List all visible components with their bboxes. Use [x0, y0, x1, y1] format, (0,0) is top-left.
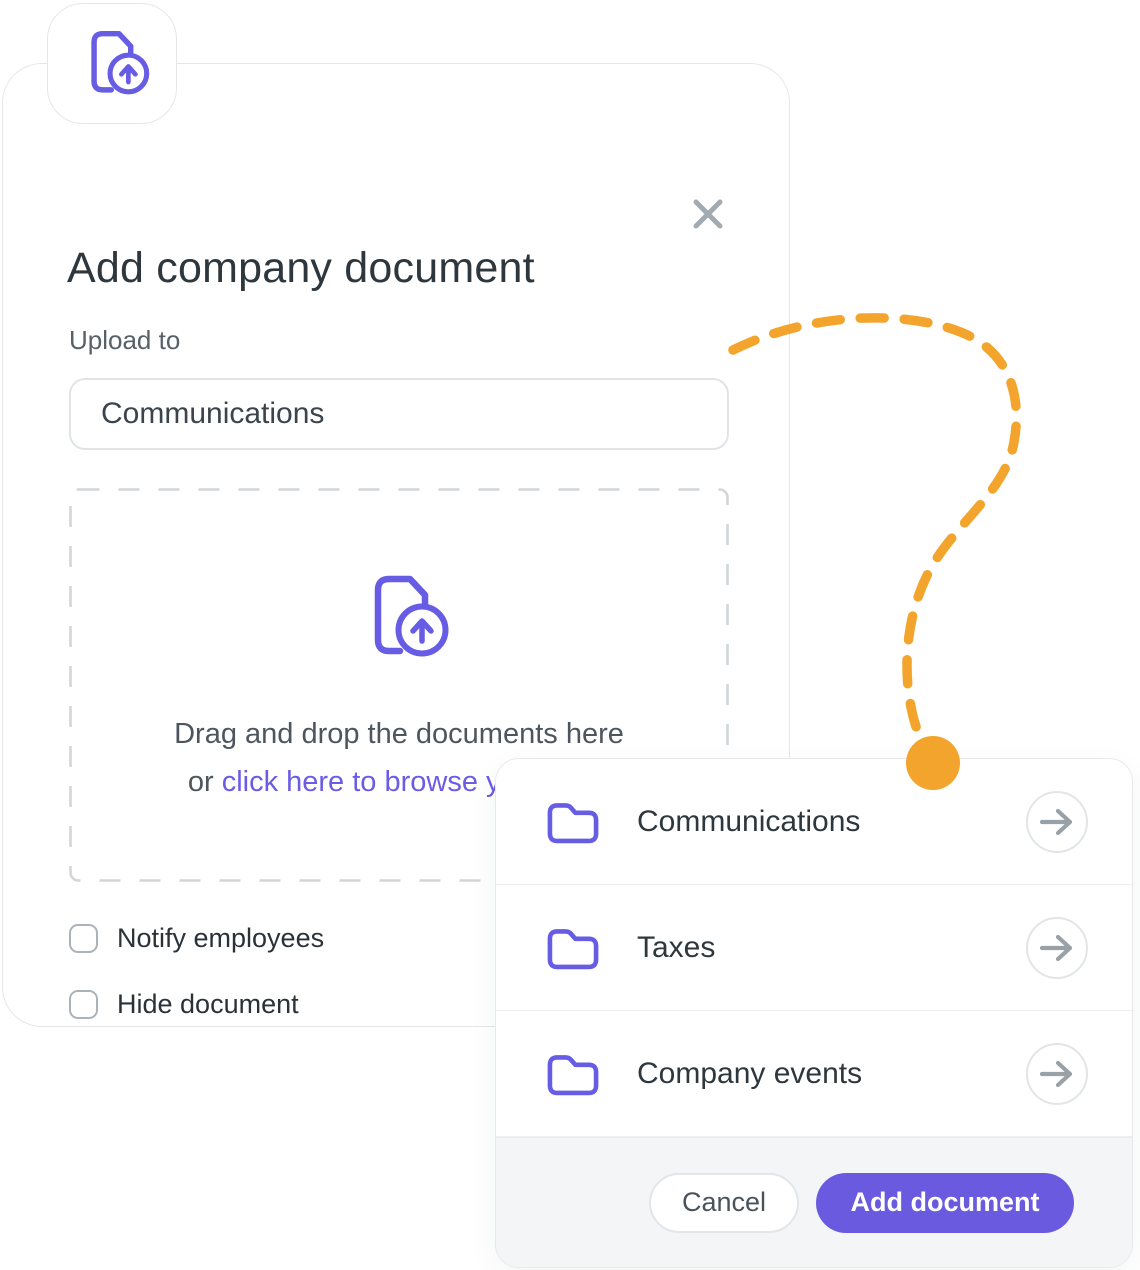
document-upload-icon: [351, 564, 451, 669]
document-upload-icon: [73, 22, 151, 105]
panel-footer: Cancel Add document: [496, 1137, 1132, 1267]
folder-row-company-events[interactable]: Company events: [496, 1011, 1132, 1137]
folder-name: Communications: [637, 804, 861, 838]
screen: Add company document Upload to Communica…: [0, 0, 1140, 1270]
notify-employees-checkbox[interactable]: [69, 924, 98, 953]
folder-select[interactable]: Communications: [69, 378, 729, 450]
modal-badge: [47, 3, 177, 124]
arrow-right-icon: [1040, 808, 1073, 835]
add-document-button[interactable]: Add document: [816, 1172, 1074, 1233]
folder-name: Taxes: [637, 930, 716, 964]
notify-employees-label: Notify employees: [117, 923, 325, 953]
close-button[interactable]: [684, 192, 732, 240]
open-folder-button[interactable]: [1026, 790, 1088, 853]
hide-document-checkbox-row[interactable]: Hide document: [69, 989, 299, 1020]
folder-icon: [544, 1050, 602, 1098]
folder-name: Company events: [637, 1056, 863, 1090]
arrow-right-icon: [1040, 934, 1073, 961]
open-folder-button[interactable]: [1026, 1042, 1088, 1105]
close-icon: [686, 192, 730, 241]
folder-icon: [544, 798, 602, 846]
folder-row-communications[interactable]: Communications: [496, 759, 1132, 885]
dropzone-or-text: or: [187, 766, 222, 798]
folder-select-value: Communications: [101, 397, 325, 430]
arrow-right-icon: [1040, 1060, 1073, 1087]
folder-icon: [544, 924, 602, 972]
folder-row-taxes[interactable]: Taxes: [496, 885, 1132, 1011]
folder-picker-panel: Communications Taxes Company events Canc…: [495, 758, 1133, 1268]
upload-to-label: Upload to: [69, 325, 181, 355]
hide-document-checkbox[interactable]: [69, 990, 98, 1019]
cancel-button[interactable]: Cancel: [649, 1172, 799, 1233]
open-folder-button[interactable]: [1026, 916, 1088, 979]
dropzone-line1: Drag and drop the documents here: [174, 718, 624, 750]
page-title: Add company document: [67, 244, 535, 292]
hide-document-label: Hide document: [117, 989, 299, 1019]
notify-employees-checkbox-row[interactable]: Notify employees: [69, 923, 324, 954]
